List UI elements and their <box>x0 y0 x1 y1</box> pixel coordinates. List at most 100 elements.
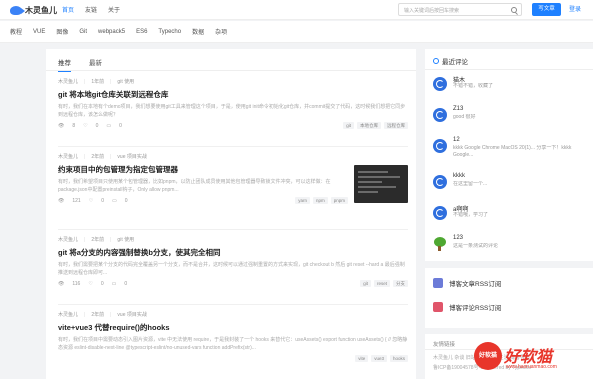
category-tutorial[interactable]: 教程 <box>10 27 22 36</box>
article-divider <box>58 146 408 147</box>
article-title[interactable]: vite+vue3 代替require()的hooks <box>58 322 408 333</box>
write-article-button[interactable]: 写文章 <box>532 3 561 16</box>
fish-logo-icon <box>10 5 25 15</box>
category-vue[interactable]: VUE <box>33 29 45 35</box>
comment-text[interactable]: good 很好 <box>453 114 588 121</box>
article-tag[interactable]: vue3 <box>371 355 387 362</box>
avatar[interactable] <box>433 206 447 220</box>
category-misc[interactable]: 杂项 <box>215 27 227 36</box>
article-tag[interactable]: vite <box>355 355 369 362</box>
like-icon[interactable]: ♡ <box>89 198 93 204</box>
comment-text[interactable]: kkkk Google Chrome MacOS 20(1)... 分享一下！k… <box>453 145 588 159</box>
article-item[interactable]: 木灵鱼儿 | 1年前 | git 使用 git 将本地git仓库关联到远程仓库 … <box>58 78 408 130</box>
category-webpack5[interactable]: webpack5 <box>98 29 125 35</box>
avatar[interactable] <box>433 77 447 91</box>
article-category[interactable]: git 使用 <box>117 236 134 243</box>
tree-avatar[interactable] <box>433 237 447 251</box>
logo-text: 木灵鱼儿 <box>25 5 57 15</box>
comment-count: 0 <box>119 123 122 129</box>
comment-author[interactable]: kkkk <box>453 173 465 179</box>
article-item[interactable]: 木灵鱼儿 | 2年前 | vue 项目实战 约束项目中的包管理为指定包管理器 有… <box>58 153 408 205</box>
article-tags: git 本地仓库 远程仓库 <box>343 122 408 129</box>
rss-articles-label[interactable]: 博客文章RSS订阅 <box>449 278 501 288</box>
avatar[interactable] <box>433 108 447 122</box>
article-excerpt: 有时，我们需要把某个分支的代码完全覆盖另一个分支，而不是合并，这时候可以通过强制… <box>58 262 405 276</box>
rss-articles-link[interactable]: 博客文章RSS订阅 <box>433 278 501 288</box>
comment-author[interactable]: 12 <box>453 137 460 143</box>
article-author[interactable]: 木灵鱼儿 <box>58 78 78 85</box>
article-tags: vite vue3 hooks <box>355 355 408 362</box>
nav-about[interactable]: 关于 <box>108 5 120 14</box>
nav-links[interactable]: 友链 <box>85 5 97 14</box>
article-title[interactable]: git 将a分支的内容强制替换b分支，使其完全相同 <box>58 247 408 258</box>
nav-home[interactable]: 首页 <box>62 5 74 14</box>
article-stats: vite vue3 hooks <box>58 355 408 363</box>
rss-comments-label[interactable]: 博客评论RSS订阅 <box>449 302 501 312</box>
article-tag[interactable]: 远程仓库 <box>384 122 408 129</box>
avatar[interactable] <box>433 139 447 153</box>
tabs-divider <box>46 70 416 71</box>
article-author[interactable]: 木灵鱼儿 <box>58 311 78 318</box>
site-logo[interactable]: 木灵鱼儿 <box>10 4 57 16</box>
article-thumbnail[interactable] <box>354 165 408 203</box>
view-count: 8 <box>72 123 76 129</box>
category-nav: 教程 VUE 图像 Git webpack5 ES6 Typecho 数据 杂项 <box>0 21 593 43</box>
article-category[interactable]: git 使用 <box>117 78 134 85</box>
recent-comments-panel: 最近评论 猫木 不错不错，收藏了 Z13 good 很好 12 kkkk Goo… <box>425 49 593 261</box>
article-tag[interactable]: npm <box>312 197 328 204</box>
article-stats: 👁 116 ♡ 0 ▭ 0 git reset 分支 <box>58 280 408 288</box>
article-tag[interactable]: git <box>343 122 354 129</box>
article-tag[interactable]: hooks <box>389 355 408 362</box>
rss-comments-link[interactable]: 博客评论RSS订阅 <box>433 302 501 312</box>
avatar[interactable] <box>433 175 447 189</box>
views-icon: 👁 <box>58 198 65 204</box>
view-count: 116 <box>72 281 81 287</box>
search-icon[interactable] <box>511 7 517 13</box>
comment-author[interactable]: Z13 <box>453 106 463 112</box>
login-link[interactable]: 登录 <box>569 4 581 13</box>
article-time: 1年前 <box>91 79 105 85</box>
article-time: 2年前 <box>91 312 105 318</box>
rss-panel: 博客文章RSS订阅 博客评论RSS订阅 <box>425 268 593 328</box>
article-author[interactable]: 木灵鱼儿 <box>58 236 78 243</box>
article-tag[interactable]: 分支 <box>393 280 408 287</box>
like-count: 0 <box>95 123 99 129</box>
article-title[interactable]: git 将本地git仓库关联到远程仓库 <box>58 89 408 100</box>
comment-icon[interactable]: ▭ <box>112 281 117 287</box>
search-input[interactable]: 输入关键词后按回车搜索 <box>398 3 522 16</box>
article-title[interactable]: 约束项目中的包管理为指定包管理器 <box>58 164 348 175</box>
article-item[interactable]: 木灵鱼儿 | 2年前 | git 使用 git 将a分支的内容强制替换b分支，使… <box>58 236 408 288</box>
comment-author[interactable]: 123 <box>453 235 463 241</box>
comment-icon[interactable]: ▭ <box>112 198 117 204</box>
category-es6[interactable]: ES6 <box>136 29 147 35</box>
recent-comments-label: 最近评论 <box>442 59 468 66</box>
recent-comments-title: 最近评论 <box>433 56 468 66</box>
article-tags: git reset 分支 <box>360 280 408 287</box>
category-typecho[interactable]: Typecho <box>158 29 181 35</box>
comment-text[interactable]: 这是一条测试的评论 <box>453 243 588 250</box>
article-tag[interactable]: yarn <box>295 197 310 204</box>
article-meta: 木灵鱼儿 | 2年前 | git 使用 <box>58 236 135 244</box>
like-icon[interactable]: ♡ <box>88 281 92 287</box>
article-tag[interactable]: pnpm <box>330 197 348 204</box>
article-item[interactable]: 木灵鱼儿 | 2年前 | vue 项目实战 vite+vue3 代替requir… <box>58 311 408 363</box>
watermark-badge: 好软猫 <box>474 342 502 370</box>
article-category[interactable]: vue 项目实战 <box>117 311 146 318</box>
article-divider <box>58 229 408 230</box>
category-data[interactable]: 数据 <box>192 27 204 36</box>
category-image[interactable]: 图像 <box>56 27 68 36</box>
article-tag[interactable]: git <box>360 280 371 287</box>
comment-text[interactable]: 在这里留一个... <box>453 181 588 188</box>
comment-icon[interactable]: ▭ <box>106 123 111 129</box>
category-git[interactable]: Git <box>79 29 87 35</box>
article-time: 2年前 <box>91 237 105 243</box>
article-time: 2年前 <box>91 154 105 160</box>
comment-text[interactable]: 不错不错，收藏了 <box>453 83 588 90</box>
article-category[interactable]: vue 项目实战 <box>117 153 146 160</box>
comment-text[interactable]: 不错哦，学习了 <box>453 212 588 219</box>
article-tag[interactable]: reset <box>373 280 390 287</box>
like-icon[interactable]: ♡ <box>83 123 87 129</box>
article-list-panel: 推荐 最新 木灵鱼儿 | 1年前 | git 使用 git 将本地git仓库关联… <box>46 49 416 379</box>
article-author[interactable]: 木灵鱼儿 <box>58 153 78 160</box>
article-tag[interactable]: 本地仓库 <box>357 122 381 129</box>
